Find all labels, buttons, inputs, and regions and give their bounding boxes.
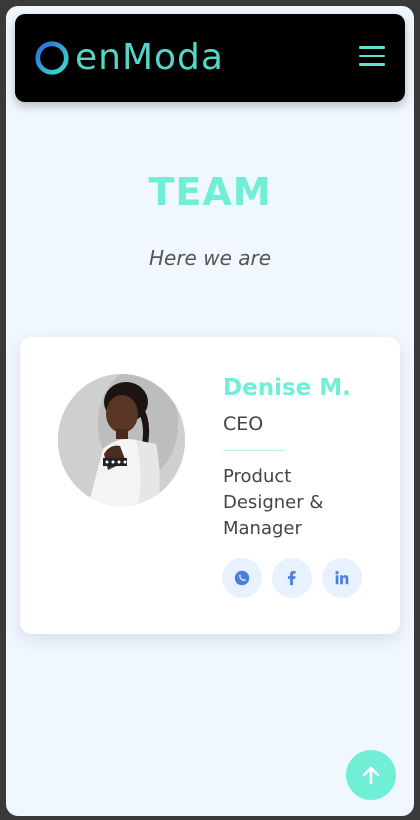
team-member-card: Denise M. CEO Product Designer & Manager — [20, 337, 400, 634]
logo-ring-icon — [35, 41, 69, 75]
page: enModa TEAM Here we are Denise M. CEO Pr… — [6, 6, 414, 816]
hamburger-menu-icon[interactable] — [359, 46, 385, 68]
divider — [223, 450, 285, 451]
whatsapp-button[interactable] — [222, 558, 262, 598]
section-subtitle: Here we are — [148, 246, 272, 270]
linkedin-button[interactable] — [322, 558, 362, 598]
whatsapp-icon — [234, 570, 250, 586]
scroll-to-top-button[interactable] — [346, 750, 396, 800]
logo-text: enModa — [75, 36, 224, 78]
arrow-up-icon — [362, 766, 380, 785]
member-description: Product Designer & Manager — [223, 466, 324, 539]
facebook-button[interactable] — [272, 558, 312, 598]
section-title: TEAM — [148, 170, 272, 214]
logo[interactable]: enModa — [33, 32, 224, 82]
member-role: CEO — [223, 413, 264, 435]
navbar: enModa — [15, 14, 405, 102]
social-links — [222, 558, 362, 598]
member-name: Denise M. — [223, 375, 351, 401]
member-avatar — [58, 374, 185, 506]
linkedin-icon — [335, 570, 349, 585]
facebook-icon — [287, 570, 296, 586]
